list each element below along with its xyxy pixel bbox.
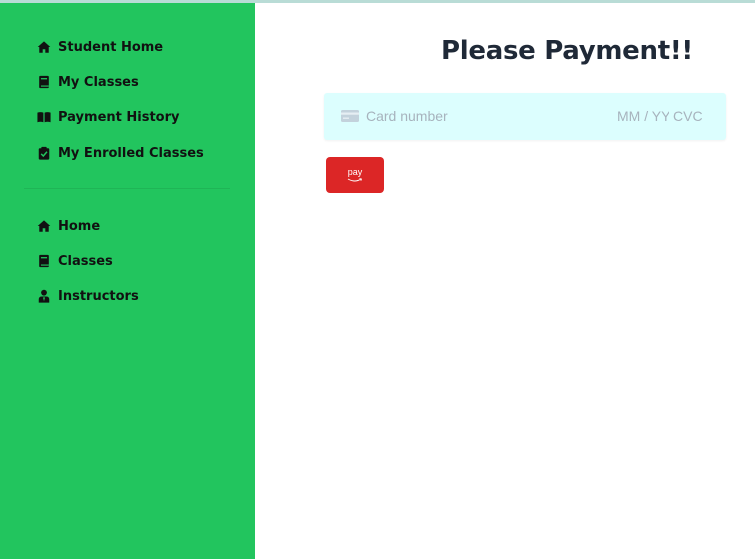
pay-button-label: pay <box>347 166 363 177</box>
card-payment-form <box>324 93 726 140</box>
sidebar-item-instructors[interactable]: Instructors <box>37 286 139 306</box>
pay-button[interactable]: pay <box>326 157 384 193</box>
sidebar-item-label: Student Home <box>58 39 164 55</box>
sidebar-item-label: Home <box>58 218 101 234</box>
sidebar-item-label: Classes <box>58 253 113 269</box>
sidebar-item-label: Instructors <box>58 288 139 304</box>
sidebar-item-student-home[interactable]: Student Home <box>37 37 163 57</box>
sidebar-item-label: Payment History <box>58 109 180 125</box>
smile-arrow-icon <box>347 177 363 181</box>
book-icon <box>37 75 51 89</box>
main-content: Please Payment!! pay <box>255 3 755 559</box>
open-book-icon <box>37 110 51 124</box>
sidebar-item-my-enrolled-classes[interactable]: My Enrolled Classes <box>37 143 204 163</box>
sidebar: Student Home My Classes Payment History … <box>0 3 255 559</box>
sidebar-item-payment-history[interactable]: Payment History <box>37 107 180 127</box>
card-number-input[interactable] <box>366 105 566 127</box>
user-tie-icon <box>37 289 51 303</box>
home-icon <box>37 219 51 233</box>
credit-card-icon <box>341 110 359 122</box>
sidebar-item-label: My Enrolled Classes <box>58 145 204 161</box>
card-cvc-input[interactable] <box>673 105 707 127</box>
sidebar-item-home[interactable]: Home <box>37 216 100 236</box>
sidebar-item-label: My Classes <box>58 74 139 90</box>
clipboard-check-icon <box>37 146 51 160</box>
sidebar-item-classes[interactable]: Classes <box>37 251 113 271</box>
sidebar-item-my-classes[interactable]: My Classes <box>37 72 139 92</box>
sidebar-divider <box>24 188 230 189</box>
card-expiry-input[interactable] <box>617 105 669 127</box>
book-icon <box>37 254 51 268</box>
page-title: Please Payment!! <box>441 36 693 66</box>
home-icon <box>37 40 51 54</box>
